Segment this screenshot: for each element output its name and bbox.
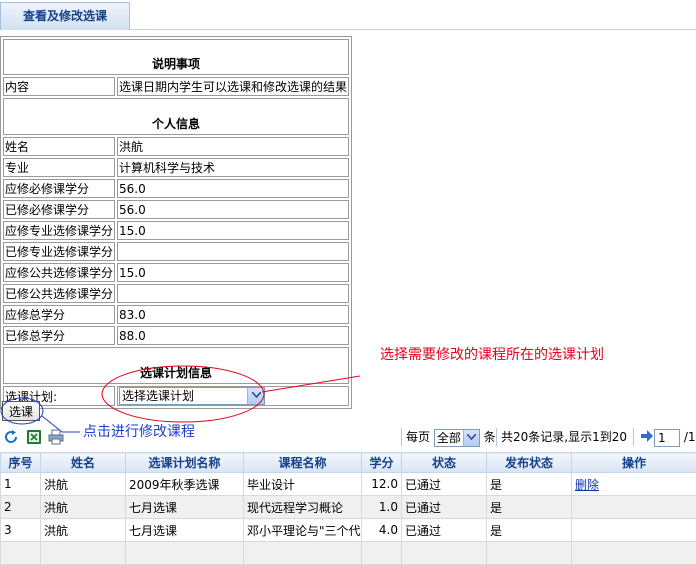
column-header-name[interactable]: 姓名 — [41, 453, 126, 473]
cell-credit: 1.0 — [362, 496, 402, 519]
info-value: 56.0 — [117, 179, 349, 198]
cell-action: 删除 — [572, 473, 696, 496]
cell-index: 3 — [1, 519, 41, 542]
info-label: 应修公共选修课学分 — [3, 263, 115, 282]
table-row — [1, 542, 696, 565]
cell-status: 已通过 — [402, 496, 487, 519]
cell-plan: 七月选课 — [126, 496, 244, 519]
record-summary: 共20条记录,显示1到20 — [501, 427, 627, 449]
info-label: 姓名 — [3, 137, 115, 156]
info-value — [117, 242, 349, 261]
cell-plan: 七月选课 — [126, 519, 244, 542]
info-value — [117, 284, 349, 303]
print-icon[interactable] — [48, 429, 64, 445]
cell-index: 2 — [1, 496, 41, 519]
cell-credit: 4.0 — [362, 519, 402, 542]
per-page-label: 每页 — [406, 430, 430, 444]
cell-course: 毕业设计 — [244, 473, 362, 496]
info-value: 83.0 — [117, 305, 349, 324]
column-header-plan[interactable]: 选课计划名称 — [126, 453, 244, 473]
cell-status: 已通过 — [402, 473, 487, 496]
page-jump: 1 /1页 — [654, 427, 696, 449]
column-header-publish[interactable]: 发布状态 — [487, 453, 572, 473]
chevron-down-icon[interactable] — [463, 430, 479, 446]
table-row[interactable]: 2 洪航 七月选课 现代远程学习概论 1.0 已通过 是 — [1, 496, 696, 519]
info-value: 15.0 — [117, 263, 349, 282]
personal-info-heading: 个人信息 — [3, 98, 349, 135]
info-label: 已修总学分 — [3, 326, 115, 345]
cell-status: 已通过 — [402, 519, 487, 542]
column-header-status[interactable]: 状态 — [402, 453, 487, 473]
notice-content-label: 内容 — [3, 77, 115, 96]
plan-select-value: 选择选课计划 — [122, 389, 194, 403]
grid-toolbar: 每页 全部 条 共20条记录,显示1到20 1 /1页 — [0, 424, 696, 450]
info-label: 已修必修课学分 — [3, 200, 115, 219]
notice-content-value: 选课日期内学生可以选课和修改选课的结果 — [117, 77, 349, 96]
cell-index: 1 — [1, 473, 41, 496]
info-label: 应修必修课学分 — [3, 179, 115, 198]
plan-select[interactable]: 选择选课计划 — [119, 387, 265, 405]
cell-credit: 12.0 — [362, 473, 402, 496]
info-label: 应修专业选修课学分 — [3, 221, 115, 240]
cell-course: 现代远程学习概论 — [244, 496, 362, 519]
table-row[interactable]: 1 洪航 2009年秋季选课 毕业设计 12.0 已通过 是 删除 — [1, 473, 696, 496]
cell-action — [572, 519, 696, 542]
tab-view-modify-selection[interactable]: 查看及修改选课 — [0, 2, 130, 30]
refresh-icon[interactable] — [3, 429, 19, 445]
info-label: 应修总学分 — [3, 305, 115, 324]
toolbar-separator — [496, 428, 497, 446]
student-info-form: 说明事项 内容 选课日期内学生可以选课和修改选课的结果 个人信息 姓名洪航 专业… — [0, 36, 352, 409]
course-selection-grid: 序号 姓名 选课计划名称 课程名称 学分 状态 发布状态 操作 1 洪航 200… — [0, 452, 696, 565]
cell-action — [572, 496, 696, 519]
toolbar-separator — [633, 428, 634, 446]
plan-info-heading: 选课计划信息 — [3, 347, 349, 384]
page-total: /1页 — [684, 430, 696, 444]
info-label: 已修专业选修课学分 — [3, 242, 115, 261]
cell-publish: 是 — [487, 496, 572, 519]
cell-publish: 是 — [487, 519, 572, 542]
delete-link[interactable]: 删除 — [575, 478, 599, 492]
cell-publish: 是 — [487, 473, 572, 496]
cell-name: 洪航 — [41, 519, 126, 542]
notice-heading: 说明事项 — [3, 39, 349, 75]
cell-name: 洪航 — [41, 496, 126, 519]
info-label: 专业 — [3, 158, 115, 177]
cell-plan: 2009年秋季选课 — [126, 473, 244, 496]
page-size-control: 每页 全部 条 — [406, 427, 496, 449]
info-value: 88.0 — [117, 326, 349, 345]
export-excel-icon[interactable] — [26, 429, 42, 445]
chevron-down-icon[interactable] — [247, 388, 264, 404]
info-value: 56.0 — [117, 200, 349, 219]
table-row[interactable]: 3 洪航 七月选课 邓小平理论与"三个代 4.0 已通过 是 — [1, 519, 696, 542]
page-size-unit: 条 — [484, 430, 496, 444]
info-value: 15.0 — [117, 221, 349, 240]
column-header-credit[interactable]: 学分 — [362, 453, 402, 473]
grid-header-row: 序号 姓名 选课计划名称 课程名称 学分 状态 发布状态 操作 — [1, 453, 696, 473]
page-number-input[interactable]: 1 — [654, 429, 680, 447]
page-size-select[interactable]: 全部 — [434, 429, 480, 447]
info-label: 已修公共选修课学分 — [3, 284, 115, 303]
select-course-button[interactable]: 选课 — [2, 401, 40, 421]
select-hint-annotation: 选择需要修改的课程所在的选课计划 — [380, 344, 604, 364]
cell-course: 邓小平理论与"三个代 — [244, 519, 362, 542]
column-header-index[interactable]: 序号 — [1, 453, 41, 473]
column-header-action[interactable]: 操作 — [572, 453, 696, 473]
info-value: 计算机科学与技术 — [117, 158, 349, 177]
tab-bar: 查看及修改选课 — [0, 0, 696, 30]
info-value: 洪航 — [117, 137, 349, 156]
toolbar-separator — [401, 428, 402, 446]
page-size-value: 全部 — [437, 431, 461, 445]
cell-name: 洪航 — [41, 473, 126, 496]
column-header-course[interactable]: 课程名称 — [244, 453, 362, 473]
